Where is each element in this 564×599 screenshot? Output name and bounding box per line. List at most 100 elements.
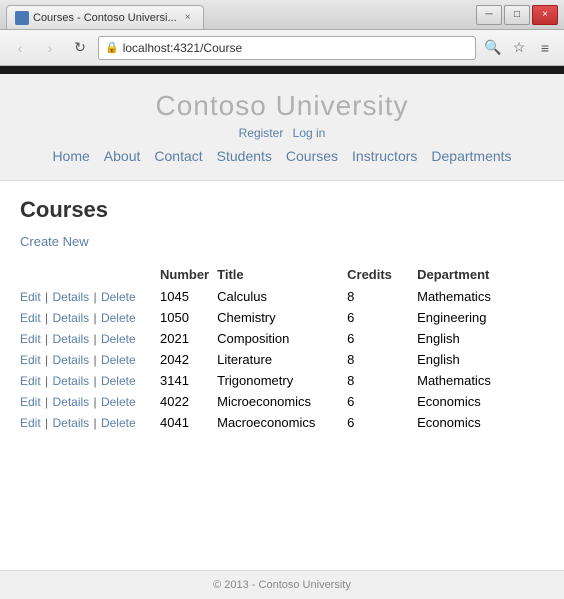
window-controls: ─ □ × bbox=[476, 5, 558, 25]
edit-link[interactable]: Edit bbox=[20, 353, 41, 367]
separator: | bbox=[42, 353, 52, 367]
edit-link[interactable]: Edit bbox=[20, 416, 41, 430]
separator: | bbox=[42, 374, 52, 388]
edit-link[interactable]: Edit bbox=[20, 332, 41, 346]
details-link[interactable]: Details bbox=[52, 311, 89, 325]
url-text: localhost:4321/Course bbox=[123, 41, 242, 55]
tab-favicon bbox=[15, 11, 29, 25]
nav-contact[interactable]: Contact bbox=[148, 146, 208, 166]
table-row: Edit | Details | Delete1050Chemistry6Eng… bbox=[20, 307, 544, 328]
course-number: 4041 bbox=[160, 412, 217, 433]
tab-title: Courses - Contoso Universi... bbox=[33, 12, 177, 24]
search-icon[interactable]: 🔍 bbox=[482, 37, 504, 59]
details-link[interactable]: Details bbox=[52, 353, 89, 367]
separator: | bbox=[90, 395, 100, 409]
row-actions: Edit | Details | Delete bbox=[20, 412, 160, 433]
main-content: Courses Create New Number Title Credits … bbox=[0, 181, 564, 570]
forward-button[interactable]: › bbox=[38, 36, 62, 60]
details-link[interactable]: Details bbox=[52, 332, 89, 346]
bookmark-icon[interactable]: ☆ bbox=[508, 37, 530, 59]
delete-link[interactable]: Delete bbox=[101, 332, 136, 346]
edit-link[interactable]: Edit bbox=[20, 374, 41, 388]
course-title: Calculus bbox=[217, 286, 347, 307]
delete-link[interactable]: Delete bbox=[101, 374, 136, 388]
course-number: 2021 bbox=[160, 328, 217, 349]
delete-link[interactable]: Delete bbox=[101, 416, 136, 430]
header-title: Title bbox=[217, 263, 347, 286]
edit-link[interactable]: Edit bbox=[20, 290, 41, 304]
row-actions: Edit | Details | Delete bbox=[20, 307, 160, 328]
separator: | bbox=[90, 332, 100, 346]
separator: | bbox=[42, 332, 52, 346]
delete-link[interactable]: Delete bbox=[101, 395, 136, 409]
header-credits: Credits bbox=[347, 263, 417, 286]
course-number: 1050 bbox=[160, 307, 217, 328]
separator: | bbox=[90, 353, 100, 367]
course-credits: 8 bbox=[347, 286, 417, 307]
nav-about[interactable]: About bbox=[98, 146, 147, 166]
table-row: Edit | Details | Delete2042Literature8En… bbox=[20, 349, 544, 370]
separator: | bbox=[90, 311, 100, 325]
row-actions: Edit | Details | Delete bbox=[20, 349, 160, 370]
nav-students[interactable]: Students bbox=[211, 146, 278, 166]
address-bar-right: 🔍 ☆ ≡ bbox=[482, 37, 556, 59]
table-row: Edit | Details | Delete4022Microeconomic… bbox=[20, 391, 544, 412]
menu-icon[interactable]: ≡ bbox=[534, 37, 556, 59]
course-title: Chemistry bbox=[217, 307, 347, 328]
tab-area: Courses - Contoso Universi... × bbox=[6, 0, 476, 29]
main-nav: Home About Contact Students Courses Inst… bbox=[0, 140, 564, 172]
back-button[interactable]: ‹ bbox=[8, 36, 32, 60]
details-link[interactable]: Details bbox=[52, 416, 89, 430]
courses-table: Number Title Credits Department Edit | D… bbox=[20, 263, 544, 433]
table-header-row: Number Title Credits Department bbox=[20, 263, 544, 286]
separator: | bbox=[42, 395, 52, 409]
minimize-button[interactable]: ─ bbox=[476, 5, 502, 25]
create-new-link[interactable]: Create New bbox=[20, 234, 89, 249]
login-link[interactable]: Log in bbox=[293, 126, 326, 140]
delete-link[interactable]: Delete bbox=[101, 311, 136, 325]
close-window-button[interactable]: × bbox=[532, 5, 558, 25]
refresh-button[interactable]: ↻ bbox=[68, 36, 92, 60]
maximize-button[interactable]: □ bbox=[504, 5, 530, 25]
url-bar[interactable]: 🔒 localhost:4321/Course bbox=[98, 36, 476, 60]
nav-departments[interactable]: Departments bbox=[425, 146, 517, 166]
row-actions: Edit | Details | Delete bbox=[20, 370, 160, 391]
auth-links: Register Log in bbox=[0, 126, 564, 140]
details-link[interactable]: Details bbox=[52, 395, 89, 409]
row-actions: Edit | Details | Delete bbox=[20, 328, 160, 349]
table-row: Edit | Details | Delete4041Macroeconomic… bbox=[20, 412, 544, 433]
address-bar: ‹ › ↻ 🔒 localhost:4321/Course 🔍 ☆ ≡ bbox=[0, 30, 564, 66]
separator: | bbox=[90, 290, 100, 304]
course-department: Mathematics bbox=[417, 286, 544, 307]
course-number: 3141 bbox=[160, 370, 217, 391]
course-credits: 6 bbox=[347, 328, 417, 349]
course-credits: 8 bbox=[347, 349, 417, 370]
course-number: 2042 bbox=[160, 349, 217, 370]
header-number: Number bbox=[160, 263, 217, 286]
delete-link[interactable]: Delete bbox=[101, 353, 136, 367]
tab-close-button[interactable]: × bbox=[181, 11, 195, 25]
table-row: Edit | Details | Delete3141Trigonometry8… bbox=[20, 370, 544, 391]
course-number: 1045 bbox=[160, 286, 217, 307]
course-credits: 6 bbox=[347, 307, 417, 328]
page-heading: Courses bbox=[20, 197, 544, 223]
details-link[interactable]: Details bbox=[52, 290, 89, 304]
edit-link[interactable]: Edit bbox=[20, 311, 41, 325]
course-department: English bbox=[417, 328, 544, 349]
url-lock-icon: 🔒 bbox=[105, 41, 119, 54]
register-link[interactable]: Register bbox=[239, 126, 284, 140]
title-bar: Courses - Contoso Universi... × ─ □ × bbox=[0, 0, 564, 30]
row-actions: Edit | Details | Delete bbox=[20, 391, 160, 412]
nav-home[interactable]: Home bbox=[46, 146, 95, 166]
details-link[interactable]: Details bbox=[52, 374, 89, 388]
header-actions bbox=[20, 263, 160, 286]
separator: | bbox=[42, 311, 52, 325]
nav-instructors[interactable]: Instructors bbox=[346, 146, 423, 166]
table-row: Edit | Details | Delete1045Calculus8Math… bbox=[20, 286, 544, 307]
toolbar-separator bbox=[0, 66, 564, 74]
delete-link[interactable]: Delete bbox=[101, 290, 136, 304]
nav-courses[interactable]: Courses bbox=[280, 146, 344, 166]
browser-tab[interactable]: Courses - Contoso Universi... × bbox=[6, 5, 204, 29]
edit-link[interactable]: Edit bbox=[20, 395, 41, 409]
course-department: Economics bbox=[417, 412, 544, 433]
